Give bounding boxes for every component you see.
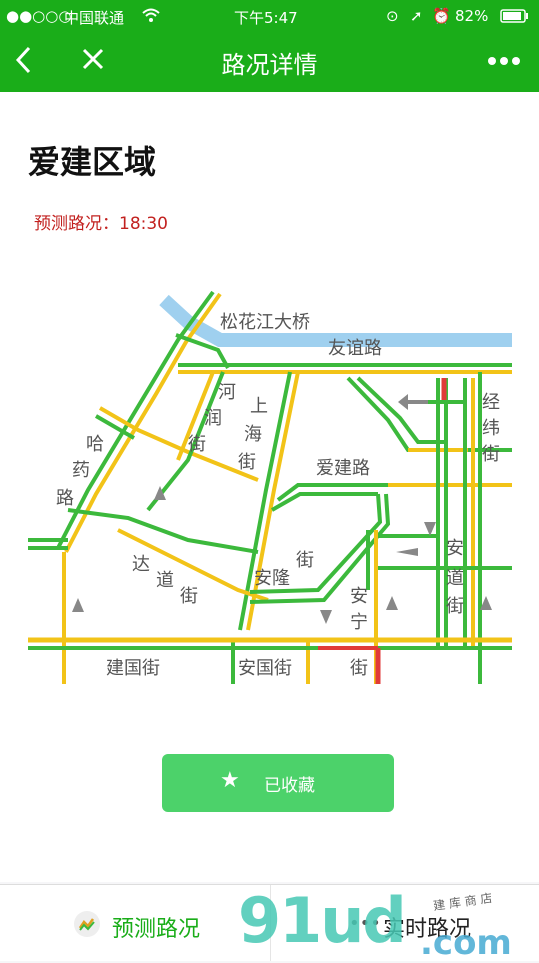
status-bar: ●●○○○ 中国联通 下午5:47 ⊙ ➚ ⏰ 82% <box>0 0 539 32</box>
carrier-label: 中国联通 <box>64 9 125 27</box>
tab-prediction[interactable]: 预测路况 <box>0 885 269 961</box>
svg-text:药: 药 <box>72 460 90 481</box>
svg-text:纬: 纬 <box>482 418 500 439</box>
star-icon: ★ <box>220 768 240 793</box>
svg-text:街: 街 <box>446 596 464 617</box>
label-aijian: 爱建路 <box>316 458 370 479</box>
wifi-icon <box>142 7 160 27</box>
prediction-icon <box>74 911 100 937</box>
tab-prediction-label: 预测路况 <box>112 917 201 942</box>
svg-text:街: 街 <box>188 434 206 455</box>
signal-indicator: ●●○○○ <box>6 7 72 25</box>
svg-text:街: 街 <box>238 452 256 473</box>
svg-text:宁: 宁 <box>350 612 368 633</box>
area-title: 爱建区域 <box>28 143 157 181</box>
svg-text:上: 上 <box>250 396 268 417</box>
svg-text:道: 道 <box>156 570 174 591</box>
clock: 下午5:47 <box>234 9 298 27</box>
svg-text:路: 路 <box>56 488 74 509</box>
label-anning: 安宁街 <box>350 586 368 679</box>
svg-text:安隆: 安隆 <box>254 568 290 589</box>
svg-text:街: 街 <box>350 658 368 679</box>
nav-bar: 路况详情 <box>0 32 539 92</box>
svg-text:达: 达 <box>132 554 150 575</box>
favorite-button[interactable]: ★ 已收藏 <box>162 754 394 812</box>
svg-text:安: 安 <box>350 586 368 607</box>
label-bridge: 松花江大桥 <box>220 312 310 333</box>
label-anguo: 安国街 <box>238 658 292 679</box>
watermark-domain: .com <box>420 923 512 963</box>
svg-text:道: 道 <box>446 568 464 589</box>
label-jingwei: 经纬街 <box>482 392 500 465</box>
battery-icon <box>500 9 530 27</box>
battery-percent: 82% <box>455 7 489 25</box>
label-youyi: 友谊路 <box>328 338 382 359</box>
alarm-icon: ⏰ <box>432 7 451 25</box>
label-jianguo: 建国街 <box>106 658 160 679</box>
svg-text:海: 海 <box>244 424 262 445</box>
svg-text:街: 街 <box>180 586 198 607</box>
more-button[interactable] <box>486 46 522 81</box>
svg-text:街: 街 <box>296 550 314 571</box>
more-dots-icon <box>488 57 520 65</box>
label-andao: 安道街 <box>446 538 464 617</box>
label-hehe-1: 河 <box>218 382 236 403</box>
svg-text:经: 经 <box>482 392 500 413</box>
location-icon: ➚ <box>410 7 423 25</box>
watermark-logo: 91ud <box>238 884 407 957</box>
svg-text:哈: 哈 <box>86 434 104 455</box>
svg-text:街: 街 <box>482 444 500 465</box>
traffic-map: 松花江大桥 友谊路 河润街 上海街 经纬街 哈药路 爱建路 达道街 安隆街 安宁… <box>28 290 512 684</box>
prediction-time: 预测路况：18:30 <box>34 214 168 234</box>
orientation-lock-icon: ⊙ <box>386 7 399 25</box>
content-panel: 爱建区域 预测路况：18:30 松花江大桥 友谊路 河 润 街 上 海 街 经 … <box>0 92 539 882</box>
svg-text:安: 安 <box>446 538 464 559</box>
favorite-label: 已收藏 <box>264 776 315 796</box>
page-title: 路况详情 <box>221 51 318 79</box>
svg-text:润: 润 <box>204 408 222 429</box>
